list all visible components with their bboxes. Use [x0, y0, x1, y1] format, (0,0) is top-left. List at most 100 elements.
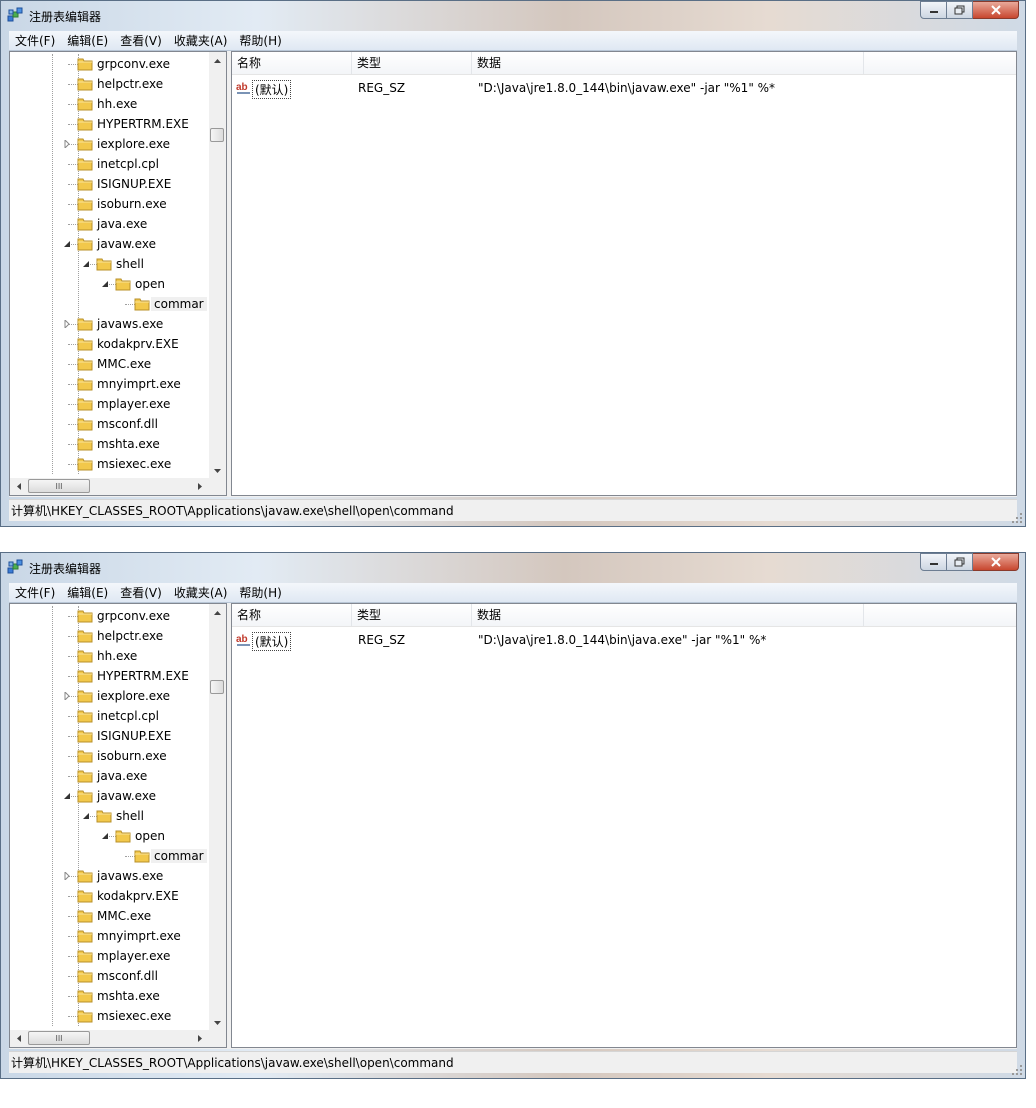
- minimize-button[interactable]: [920, 1, 947, 19]
- folder-icon: [77, 950, 93, 963]
- scroll-down-icon[interactable]: [209, 1014, 226, 1031]
- tree-item[interactable]: isoburn.exe: [10, 746, 207, 766]
- expanded-arrow-icon[interactable]: [82, 812, 90, 820]
- tree-item[interactable]: iexplore.exe: [10, 134, 207, 154]
- tree-item[interactable]: kodakprv.EXE: [10, 886, 207, 906]
- tree-item[interactable]: java.exe: [10, 214, 207, 234]
- expanded-arrow-icon[interactable]: [101, 280, 109, 288]
- tree-item[interactable]: MMC.exe: [10, 354, 207, 374]
- tree-item[interactable]: ISIGNUP.EXE: [10, 174, 207, 194]
- vertical-scroll-thumb[interactable]: [210, 128, 224, 142]
- tree-item[interactable]: open: [10, 274, 207, 294]
- tree-item[interactable]: msconf.dll: [10, 966, 207, 986]
- horizontal-scroll-thumb[interactable]: III: [28, 479, 90, 493]
- scroll-right-icon[interactable]: [191, 1030, 208, 1047]
- tree-item[interactable]: iexplore.exe: [10, 686, 207, 706]
- close-button[interactable]: [973, 1, 1019, 19]
- column-header-name[interactable]: 名称: [232, 604, 352, 626]
- tree-item[interactable]: javaw.exe: [10, 786, 207, 806]
- menu-view[interactable]: 查看(V): [114, 32, 168, 49]
- tree-item[interactable]: mshta.exe: [10, 434, 207, 454]
- menu-edit[interactable]: 编辑(E): [61, 584, 114, 601]
- menu-help[interactable]: 帮助(H): [233, 584, 287, 601]
- collapsed-arrow-icon[interactable]: [63, 872, 71, 880]
- tree-item[interactable]: javaws.exe: [10, 866, 207, 886]
- tree-item[interactable]: mnyimprt.exe: [10, 926, 207, 946]
- vertical-scroll-thumb[interactable]: [210, 680, 224, 694]
- tree-item[interactable]: isoburn.exe: [10, 194, 207, 214]
- tree-item[interactable]: mplayer.exe: [10, 946, 207, 966]
- collapsed-arrow-icon[interactable]: [63, 692, 71, 700]
- menu-edit[interactable]: 编辑(E): [61, 32, 114, 49]
- tree-item[interactable]: helpctr.exe: [10, 626, 207, 646]
- tree-item[interactable]: java.exe: [10, 766, 207, 786]
- tree-vertical-scrollbar[interactable]: [209, 52, 226, 479]
- tree-item[interactable]: open: [10, 826, 207, 846]
- tree-item[interactable]: commar: [10, 846, 207, 866]
- close-button[interactable]: [973, 553, 1019, 571]
- tree-item[interactable]: HYPERTRM.EXE: [10, 666, 207, 686]
- tree-item[interactable]: msiexec.exe: [10, 454, 207, 474]
- menu-favorites[interactable]: 收藏夹(A): [168, 32, 234, 49]
- tree-item[interactable]: msconf.dll: [10, 414, 207, 434]
- folder-icon: [77, 338, 93, 351]
- tree-item[interactable]: javaw.exe: [10, 234, 207, 254]
- column-header-data[interactable]: 数据: [472, 604, 864, 626]
- title-bar[interactable]: 注册表编辑器: [1, 553, 1025, 583]
- scroll-right-icon[interactable]: [191, 478, 208, 495]
- title-bar[interactable]: 注册表编辑器: [1, 1, 1025, 31]
- tree-vertical-scrollbar[interactable]: [209, 604, 226, 1031]
- tree-item[interactable]: inetcpl.cpl: [10, 154, 207, 174]
- maximize-button[interactable]: [947, 1, 973, 19]
- tree-item[interactable]: shell: [10, 806, 207, 826]
- tree-item-label: mshta.exe: [97, 437, 160, 451]
- tree-item[interactable]: inetcpl.cpl: [10, 706, 207, 726]
- minimize-button[interactable]: [920, 553, 947, 571]
- value-row[interactable]: ab (默认) REG_SZ "D:\Java\jre1.8.0_144\bin…: [232, 77, 1016, 99]
- scroll-left-icon[interactable]: [10, 1030, 27, 1047]
- tree-horizontal-scrollbar[interactable]: III: [10, 1030, 226, 1047]
- menu-favorites[interactable]: 收藏夹(A): [168, 584, 234, 601]
- column-header-data[interactable]: 数据: [472, 52, 864, 74]
- menu-view[interactable]: 查看(V): [114, 584, 168, 601]
- tree-item-label: javaw.exe: [97, 789, 156, 803]
- horizontal-scroll-thumb[interactable]: III: [28, 1031, 90, 1045]
- tree-item[interactable]: mshta.exe: [10, 986, 207, 1006]
- menu-help[interactable]: 帮助(H): [233, 32, 287, 49]
- expanded-arrow-icon[interactable]: [63, 792, 71, 800]
- maximize-button[interactable]: [947, 553, 973, 571]
- collapsed-arrow-icon[interactable]: [63, 320, 71, 328]
- column-header-type[interactable]: 类型: [352, 52, 472, 74]
- tree-item[interactable]: commar: [10, 294, 207, 314]
- column-header-type[interactable]: 类型: [352, 604, 472, 626]
- scroll-down-icon[interactable]: [209, 462, 226, 479]
- tree-item[interactable]: MMC.exe: [10, 906, 207, 926]
- tree-item[interactable]: ISIGNUP.EXE: [10, 726, 207, 746]
- tree-item[interactable]: shell: [10, 254, 207, 274]
- scroll-left-icon[interactable]: [10, 478, 27, 495]
- tree-item[interactable]: msiexec.exe: [10, 1006, 207, 1026]
- expanded-arrow-icon[interactable]: [82, 260, 90, 268]
- resize-grip-icon[interactable]: [1011, 512, 1023, 524]
- scroll-up-icon[interactable]: [209, 604, 226, 621]
- expanded-arrow-icon[interactable]: [63, 240, 71, 248]
- tree-item[interactable]: grpconv.exe: [10, 54, 207, 74]
- tree-item[interactable]: hh.exe: [10, 94, 207, 114]
- column-header-name[interactable]: 名称: [232, 52, 352, 74]
- expanded-arrow-icon[interactable]: [101, 832, 109, 840]
- tree-item[interactable]: helpctr.exe: [10, 74, 207, 94]
- scroll-up-icon[interactable]: [209, 52, 226, 69]
- tree-item[interactable]: javaws.exe: [10, 314, 207, 334]
- menu-file[interactable]: 文件(F): [9, 32, 61, 49]
- tree-item[interactable]: grpconv.exe: [10, 606, 207, 626]
- tree-item[interactable]: mnyimprt.exe: [10, 374, 207, 394]
- tree-item[interactable]: hh.exe: [10, 646, 207, 666]
- tree-horizontal-scrollbar[interactable]: III: [10, 478, 226, 495]
- menu-file[interactable]: 文件(F): [9, 584, 61, 601]
- tree-item[interactable]: HYPERTRM.EXE: [10, 114, 207, 134]
- collapsed-arrow-icon[interactable]: [63, 140, 71, 148]
- value-row[interactable]: ab (默认) REG_SZ "D:\Java\jre1.8.0_144\bin…: [232, 629, 1016, 651]
- tree-item[interactable]: mplayer.exe: [10, 394, 207, 414]
- tree-item[interactable]: kodakprv.EXE: [10, 334, 207, 354]
- resize-grip-icon[interactable]: [1011, 1064, 1023, 1076]
